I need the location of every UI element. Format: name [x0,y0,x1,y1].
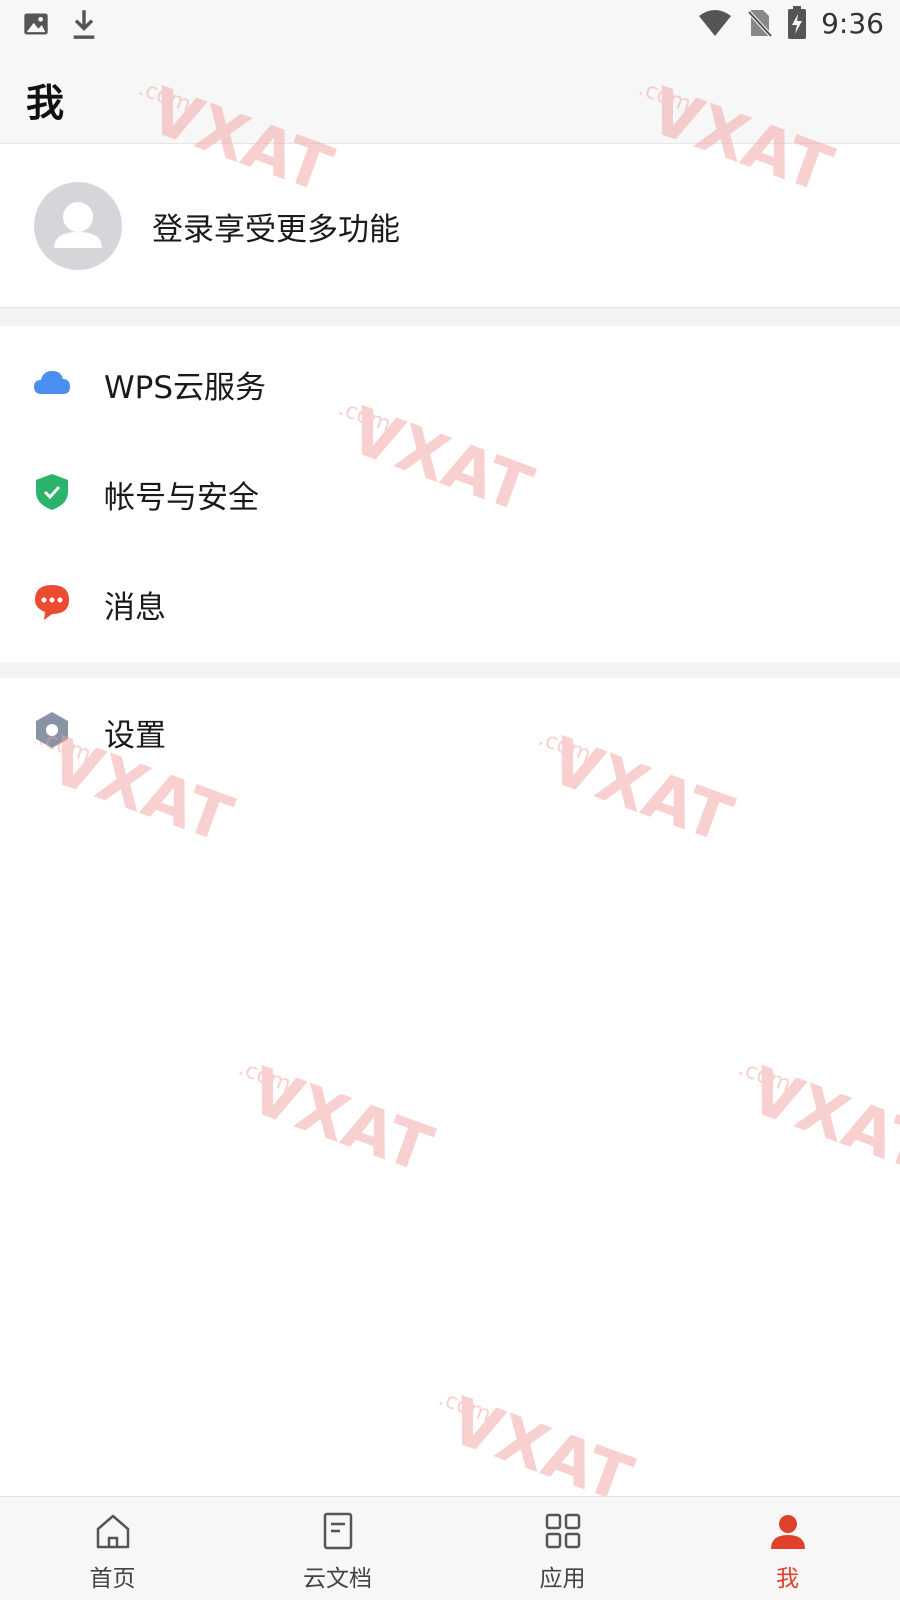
menu-item-wps-cloud[interactable]: WPS云服务 [0,326,900,436]
login-row[interactable]: 登录享受更多功能 [0,144,900,308]
person-icon [770,1515,805,1549]
shield-check-icon [36,474,68,510]
nav-label: 云文档 [303,1566,372,1592]
nav-label: 应用 [539,1566,586,1592]
title-bar: 我 [0,52,900,144]
svg-text:.com: .com [435,1390,494,1428]
vxat-watermark: VXAT.com [235,1060,442,1188]
svg-text:VXAT: VXAT [240,1060,441,1188]
status-time: 9:36 [821,6,884,40]
menu-label: WPS云服务 [104,370,267,406]
home-icon [96,1514,129,1549]
cloud-icon [34,371,70,394]
menu-item-messages[interactable]: 消息 [0,546,900,656]
message-bubble-icon [35,585,69,620]
svg-text:.com: .com [235,1060,294,1098]
menu-label: 消息 [104,590,166,626]
nav-label: 我 [776,1566,799,1592]
wifi-icon [699,10,732,36]
svg-text:.com: .com [735,1060,794,1098]
nav-label: 首页 [89,1566,136,1592]
login-prompt: 登录享受更多功能 [152,212,400,248]
nav-tab-home[interactable]: 首页 [0,1497,225,1600]
page-title: 我 [26,81,65,125]
settings-hexagon-icon [36,712,68,748]
section-divider [0,308,900,326]
no-sim-icon [747,10,773,38]
battery-charging-icon [788,6,807,39]
default-avatar-icon [34,182,122,270]
menu-label: 设置 [104,718,166,754]
svg-text:VXAT: VXAT [740,1060,900,1188]
document-icon [323,1512,352,1550]
download-icon [73,10,95,39]
nav-tab-me[interactable]: 我 [675,1497,900,1600]
nav-tab-apps[interactable]: 应用 [450,1497,675,1600]
menu-label: 帐号与安全 [104,480,259,516]
apps-grid-icon [545,1513,580,1549]
nav-tab-cloud-docs[interactable]: 云文档 [225,1497,450,1600]
section-divider [0,662,900,678]
image-icon [24,13,48,35]
menu-item-account-security[interactable]: 帐号与安全 [0,436,900,546]
menu-item-settings[interactable]: 设置 [0,678,900,788]
bottom-nav: 首页 云文档 应用 我 [0,1496,900,1600]
vxat-watermark: VXAT.com [735,1060,900,1188]
status-bar: 9:36 [0,0,900,52]
